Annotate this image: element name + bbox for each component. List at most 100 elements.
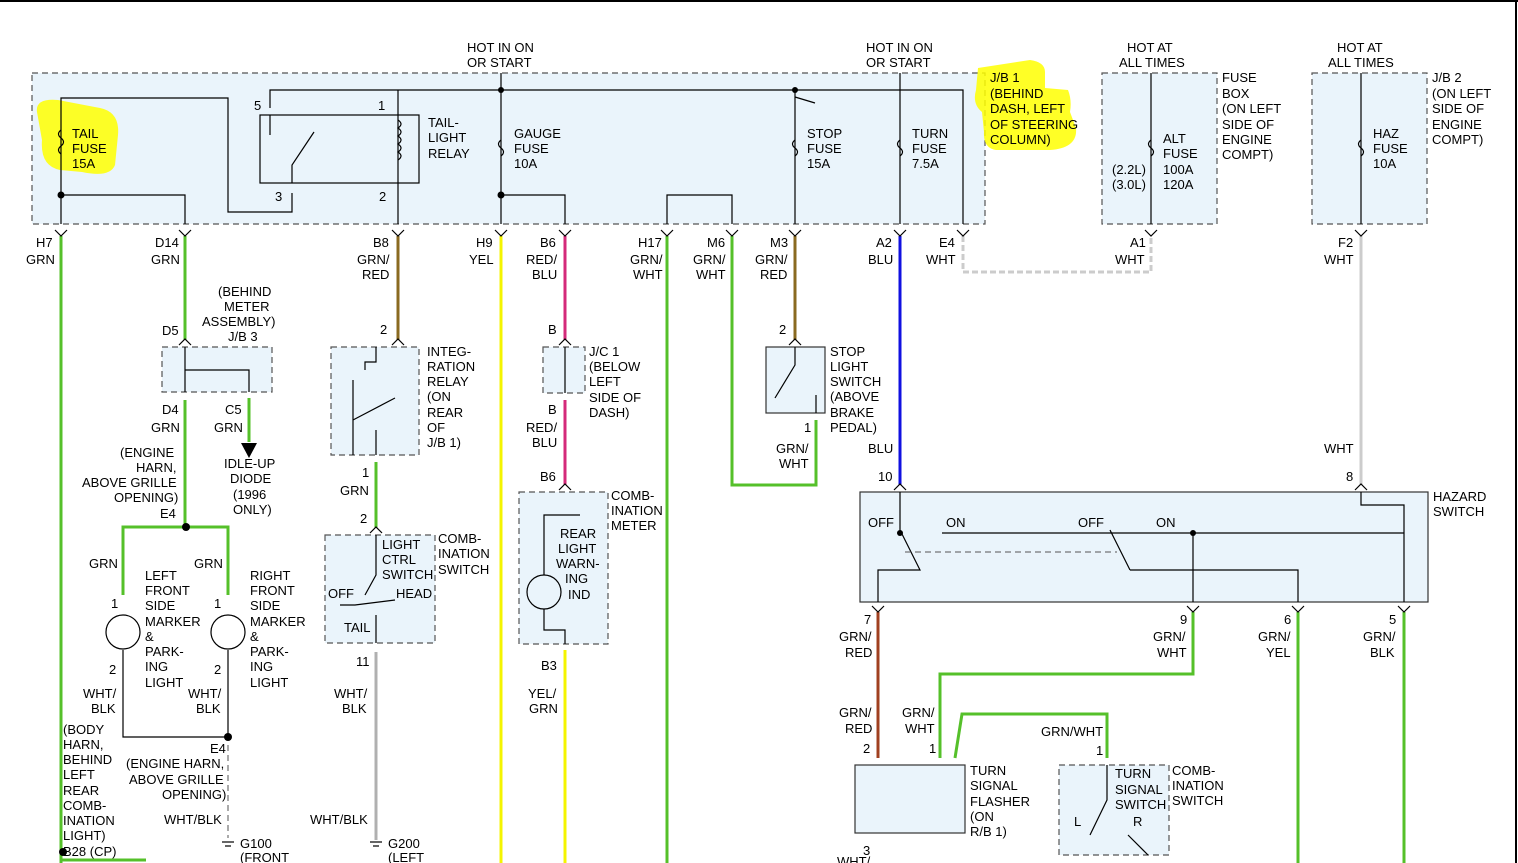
right-label-4: & [250, 629, 259, 644]
hz-off2: OFF [1078, 515, 1104, 530]
wire-b8-l2: RED [362, 267, 389, 282]
fl-wred-0: GRN/ [839, 705, 872, 720]
cm-ind-2: WARN- [556, 556, 600, 571]
pin-h9: H9 [476, 235, 493, 250]
idle-0: IDLE-UP [224, 456, 275, 471]
left-label-1: FRONT [145, 583, 190, 598]
right-wire-out-0: WHT/ [188, 686, 222, 701]
right-pin1: 1 [214, 596, 221, 611]
fl-wwht-1: WHT [905, 721, 935, 736]
gauge-fuse-0: GAUGE [514, 126, 561, 141]
ir-pin-top: 2 [380, 322, 387, 337]
body-harn-3: LEFT [63, 767, 95, 782]
ls-comb-2: SWITCH [438, 562, 489, 577]
ts-label-0: TURN [1115, 766, 1151, 781]
ts-comb-1: INATION [1172, 778, 1224, 793]
jb2-frame [1311, 72, 1428, 225]
alt-fuse-3: 120A [1163, 177, 1194, 192]
hz-w7-0: GRN/ [839, 629, 872, 644]
left-pin1: 1 [111, 596, 118, 611]
jb3-c5-wire: GRN [214, 420, 243, 435]
wire-b6-l1: RED/ [526, 252, 557, 267]
jb3-d4: D4 [162, 402, 179, 417]
hz-w6-0: GRN/ [1258, 629, 1291, 644]
right-label-1: FRONT [250, 583, 295, 598]
jc1-wire-1: BLU [532, 435, 557, 450]
relay-pin5: 5 [254, 98, 261, 113]
left-wire-out-1: BLK [91, 701, 116, 716]
fl-label-4: R/B 1) [970, 824, 1007, 839]
hz-w5-0: GRN/ [1363, 629, 1396, 644]
ss-label-1: LIGHT [830, 359, 868, 374]
idle-2: (1996 [233, 487, 266, 502]
ss-pin-bottom: 1 [804, 420, 811, 435]
gauge-fuse-2: 10A [514, 156, 537, 171]
cm-wire-0: YEL/ [528, 686, 557, 701]
jc1-frame [542, 346, 586, 394]
jb3-label-1: METER [224, 299, 270, 314]
left-label-2: SIDE [145, 598, 176, 613]
fusebox-4: ENGINE [1222, 132, 1272, 147]
ss-pin-top: 2 [779, 322, 786, 337]
wire-h9-label: YEL [469, 252, 494, 267]
ss-label-2: SWITCH [830, 374, 881, 389]
alt-fuse-1: FUSE [1163, 146, 1198, 161]
hz-on2: ON [1156, 515, 1176, 530]
hz-pin6: 6 [1284, 612, 1291, 627]
jb3-d4-wire: GRN [151, 420, 180, 435]
hot-all-1-l2: ALL TIMES [1119, 55, 1185, 70]
eh-top-2: ABOVE GRILLE [82, 475, 177, 490]
fl-wred-1: RED [845, 721, 872, 736]
ss-label-0: STOP [830, 344, 865, 359]
jc1-label-0: J/C 1 [589, 344, 619, 359]
pin-f2: F2 [1338, 235, 1353, 250]
left-label-6: ING [145, 659, 168, 674]
hz-w9-1: WHT [1157, 645, 1187, 660]
right-pin2: 2 [214, 662, 221, 677]
jb3-c5: C5 [225, 402, 242, 417]
ls-comb-0: COMB- [438, 531, 481, 546]
hazard-switch-frame [859, 491, 1429, 603]
ss-label-3: (ABOVE [830, 389, 879, 404]
right-label-7: LIGHT [250, 675, 288, 690]
ir-pin-bottom: 1 [362, 465, 369, 480]
pin-e4: E4 [939, 235, 955, 250]
ss-label-4: BRAKE [830, 405, 874, 420]
right-wire-out-1: BLK [196, 701, 221, 716]
relay-label-2: RELAY [428, 146, 470, 161]
hot-all-1-l1: HOT AT [1127, 40, 1173, 55]
wire-d14-label: GRN [151, 252, 180, 267]
ir-label-6: J/B 1) [427, 435, 461, 450]
cm-ind-3: ING [565, 571, 588, 586]
ts-r: R [1133, 814, 1142, 829]
body-harn-6: INATION [63, 813, 115, 828]
left-pin2: 2 [109, 662, 116, 677]
g100-1: (FRONT [240, 850, 289, 863]
turn-fuse-0: TURN [912, 126, 948, 141]
ls-label-1: CTRL [382, 552, 416, 567]
ss-wire-1: WHT [779, 456, 809, 471]
fl-label-0: TURN [970, 763, 1006, 778]
wiring-diagram: HOT IN ON OR START HOT IN ON OR START HO… [0, 0, 1518, 863]
gauge-fuse-1: FUSE [514, 141, 549, 156]
g200-1: (LEFT [388, 850, 424, 863]
hz-wht: WHT [1324, 441, 1354, 456]
ts-comb-0: COMB- [1172, 763, 1215, 778]
ir-label-4: REAR [427, 405, 463, 420]
cm-label-1: INATION [611, 503, 663, 518]
turn-fuse-2: 7.5A [912, 156, 939, 171]
pin-a1: A1 [1130, 235, 1146, 250]
alt-engine-1: (3.0L) [1112, 177, 1146, 192]
idle-1: DIODE [230, 471, 272, 486]
e4-top: E4 [160, 506, 176, 521]
relay-pin2: 2 [379, 189, 386, 204]
hz-w5-1: BLK [1370, 645, 1395, 660]
jc1-wire-0: RED/ [526, 420, 557, 435]
cm-label-0: COMB- [611, 488, 654, 503]
b28: B28 (CP) [63, 844, 116, 859]
turn-fuse-1: FUSE [912, 141, 947, 156]
ls-wire-out-0: WHT/ [334, 686, 368, 701]
ss-label-5: PEDAL) [830, 420, 877, 435]
pin-h7: H7 [36, 235, 53, 250]
ts-comb-2: SWITCH [1172, 793, 1223, 808]
